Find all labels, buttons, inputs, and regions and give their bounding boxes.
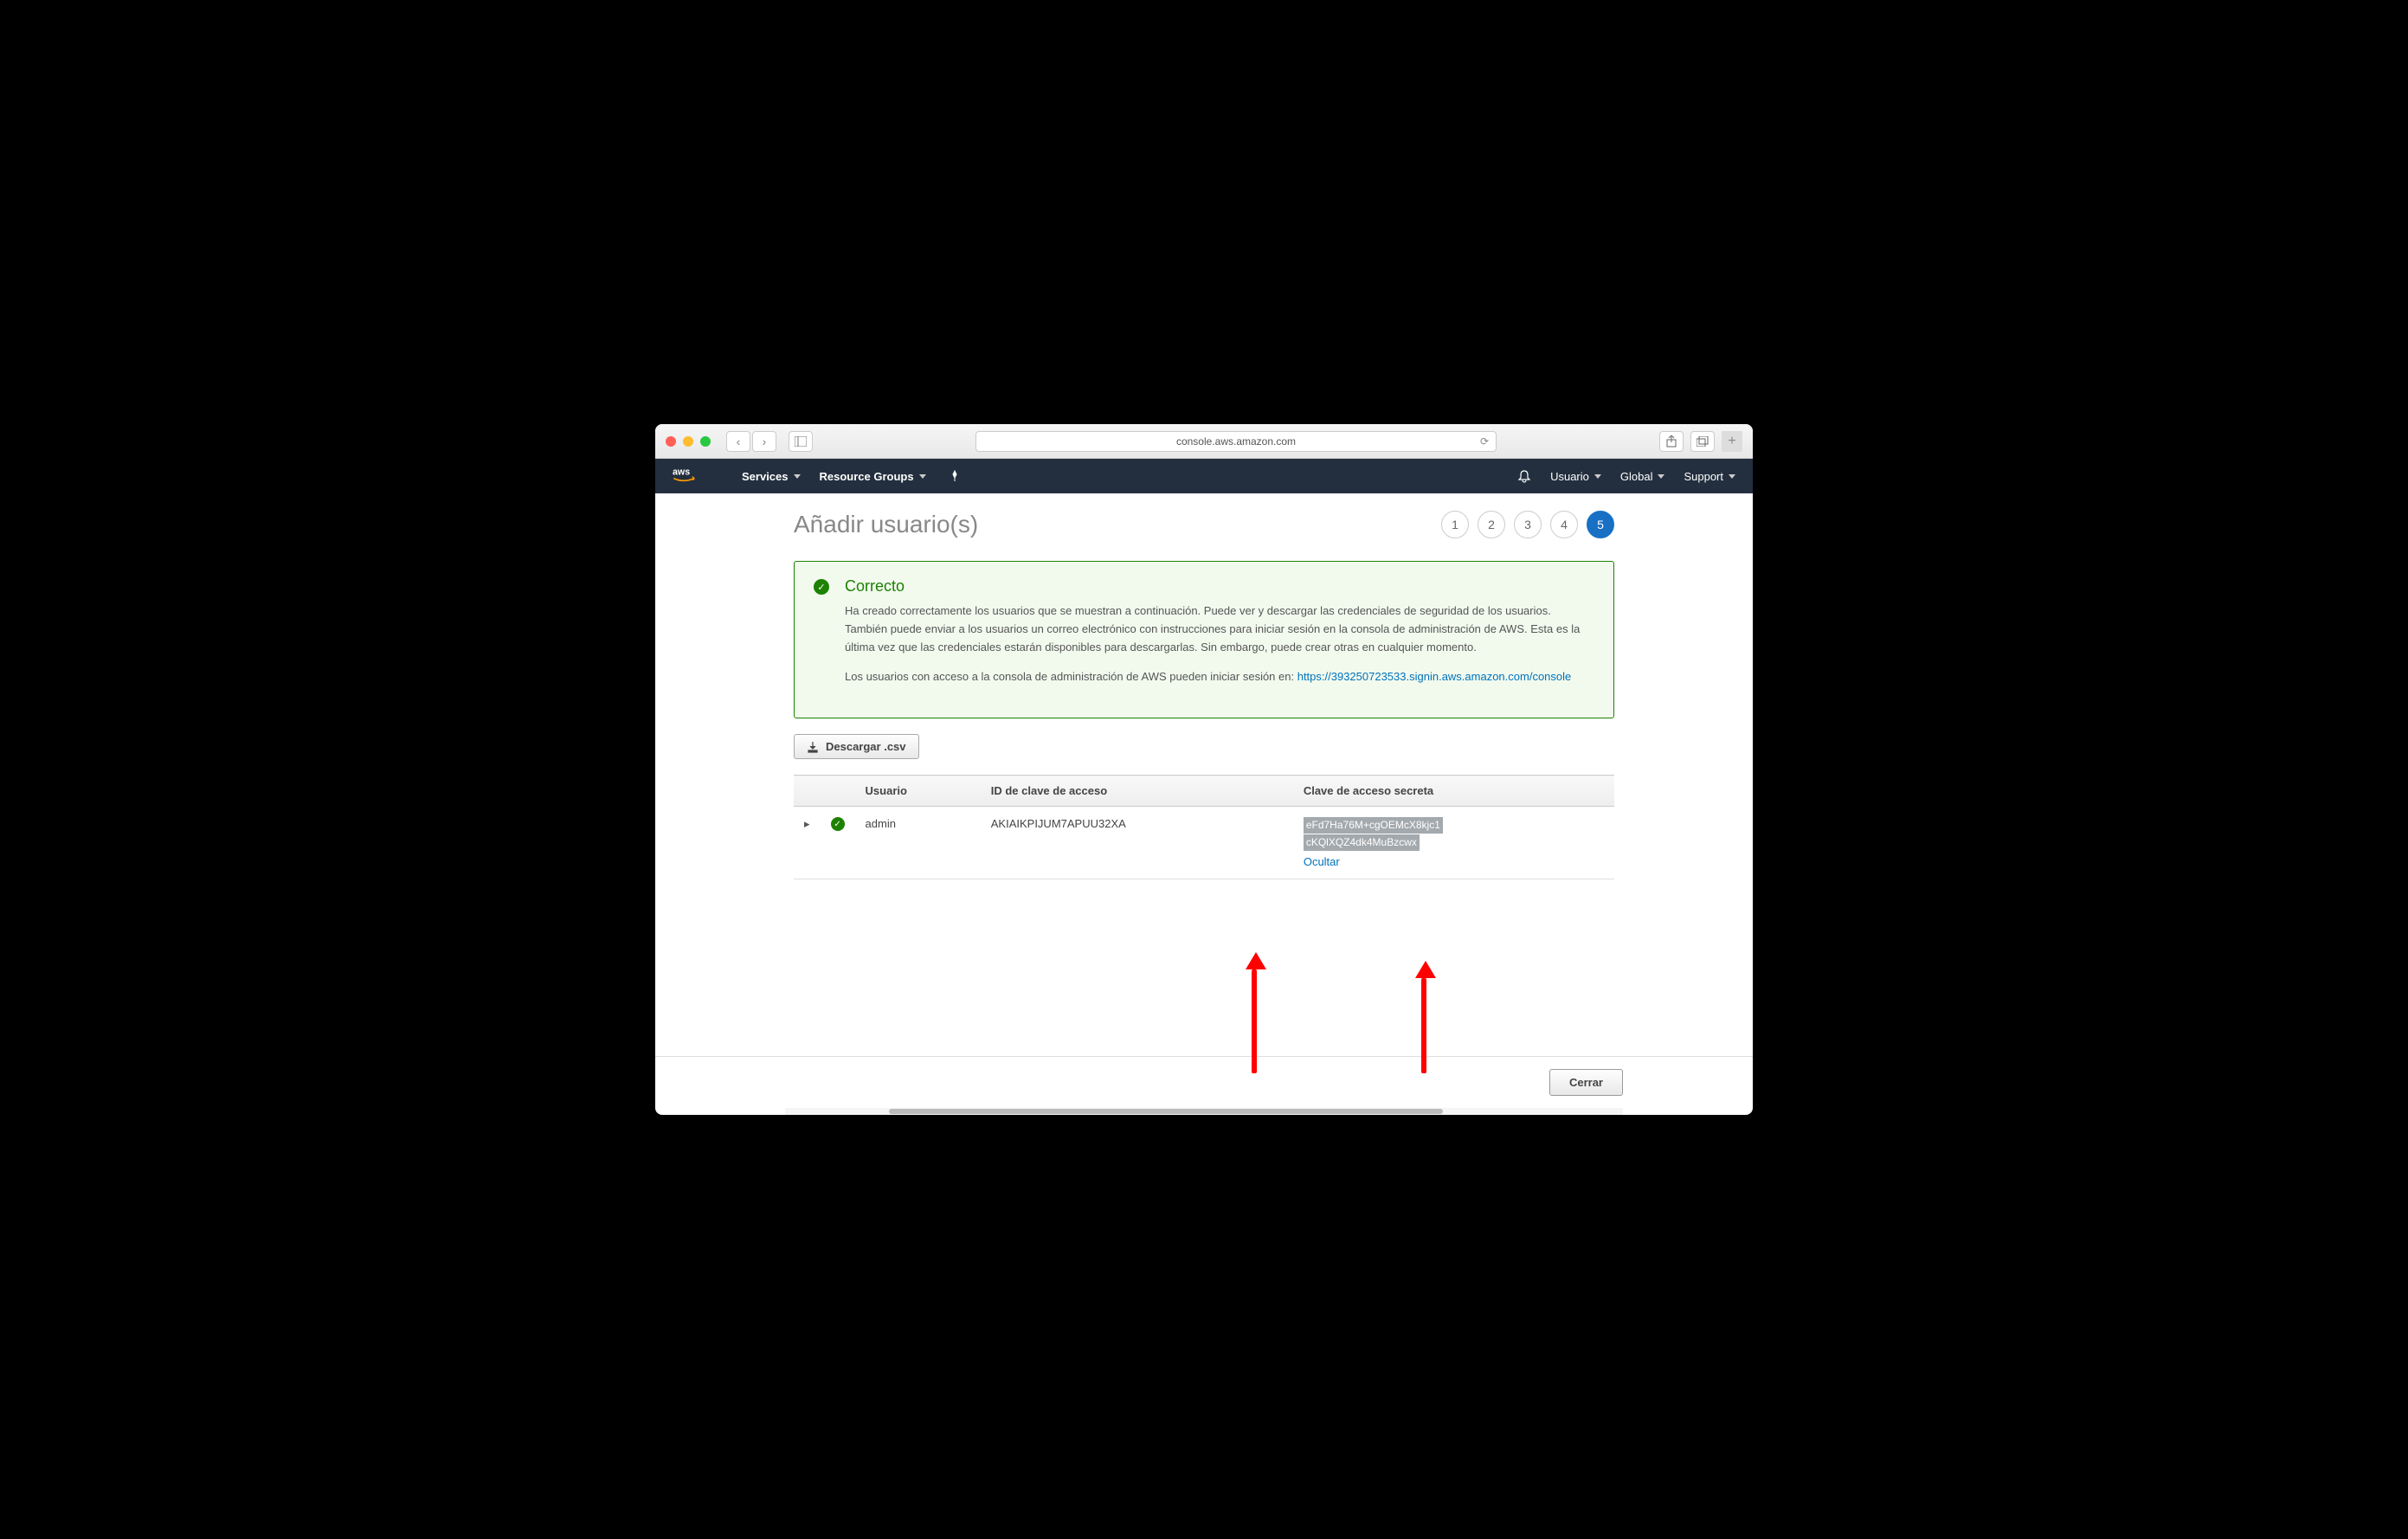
th-secret-access-key: Clave de acceso secreta bbox=[1293, 776, 1614, 807]
wizard-steps: 1 2 3 4 5 bbox=[1441, 511, 1614, 538]
caret-down-icon bbox=[1729, 474, 1735, 479]
notifications-button[interactable] bbox=[1517, 469, 1531, 483]
svg-text:aws: aws bbox=[673, 467, 690, 478]
support-menu[interactable]: Support bbox=[1684, 470, 1735, 483]
close-window-button[interactable] bbox=[666, 436, 676, 447]
step-4[interactable]: 4 bbox=[1550, 511, 1578, 538]
browser-window: ‹ › console.aws.amazon.com ⟳ + aws bbox=[655, 424, 1753, 1115]
download-csv-button[interactable]: Descargar .csv bbox=[794, 734, 919, 759]
services-menu[interactable]: Services bbox=[742, 470, 801, 483]
resource-groups-menu[interactable]: Resource Groups bbox=[820, 470, 926, 483]
maximize-window-button[interactable] bbox=[700, 436, 711, 447]
aws-top-nav: aws Services Resource Groups Usuario bbox=[655, 459, 1753, 493]
caret-down-icon bbox=[1594, 474, 1601, 479]
reload-icon[interactable]: ⟳ bbox=[1480, 435, 1489, 448]
step-5[interactable]: 5 bbox=[1587, 511, 1614, 538]
pin-shortcut-button[interactable] bbox=[949, 470, 961, 482]
signin-url-link[interactable]: https://393250723533.signin.aws.amazon.c… bbox=[1297, 670, 1572, 683]
secret-key-line-1: eFd7Ha76M+cgOEMcX8kjc1 bbox=[1304, 817, 1443, 834]
cell-access-key-id: AKIAIKPIJUM7APUU32XA bbox=[981, 807, 1293, 879]
url-bar[interactable]: console.aws.amazon.com ⟳ bbox=[975, 431, 1497, 452]
footer-bar: Cerrar bbox=[655, 1056, 1753, 1108]
step-2[interactable]: 2 bbox=[1478, 511, 1505, 538]
step-3[interactable]: 3 bbox=[1514, 511, 1542, 538]
success-alert: ✓ Correcto Ha creado correctamente los u… bbox=[794, 561, 1614, 718]
table-row: ▸ ✓ admin AKIAIKPIJUM7APUU32XA eFd7Ha76M… bbox=[794, 807, 1614, 879]
back-button[interactable]: ‹ bbox=[726, 431, 750, 452]
scrollbar-thumb[interactable] bbox=[889, 1109, 1443, 1114]
secret-key-line-2: cKQlXQZ4dk4MuBzcwx bbox=[1304, 834, 1420, 851]
cell-secret-access-key: eFd7Ha76M+cgOEMcX8kjc1 cKQlXQZ4dk4MuBzcw… bbox=[1293, 807, 1614, 879]
page-title: Añadir usuario(s) bbox=[794, 511, 978, 538]
alert-text-2: Los usuarios con acceso a la consola de … bbox=[845, 668, 1594, 686]
alert-text-1: Ha creado correctamente los usuarios que… bbox=[845, 602, 1594, 656]
cell-username: admin bbox=[855, 807, 981, 879]
browser-toolbar: ‹ › console.aws.amazon.com ⟳ + bbox=[655, 424, 1753, 459]
region-menu[interactable]: Global bbox=[1620, 470, 1665, 483]
minimize-window-button[interactable] bbox=[683, 436, 693, 447]
th-access-key-id: ID de clave de acceso bbox=[981, 776, 1293, 807]
account-menu[interactable]: Usuario bbox=[1550, 470, 1601, 483]
traffic-lights bbox=[666, 436, 711, 447]
main-content: Añadir usuario(s) 1 2 3 4 5 ✓ Correcto H… bbox=[655, 493, 1753, 1056]
share-button[interactable] bbox=[1659, 431, 1684, 452]
url-text: console.aws.amazon.com bbox=[1176, 435, 1296, 448]
step-1[interactable]: 1 bbox=[1441, 511, 1469, 538]
hide-secret-link[interactable]: Ocultar bbox=[1304, 855, 1340, 868]
expand-row-toggle[interactable]: ▸ bbox=[804, 817, 810, 830]
close-button[interactable]: Cerrar bbox=[1549, 1069, 1623, 1096]
row-success-icon: ✓ bbox=[831, 817, 845, 831]
aws-logo[interactable]: aws bbox=[673, 466, 707, 486]
annotation-arrow-1 bbox=[1246, 952, 1263, 1073]
alert-title: Correcto bbox=[845, 577, 1594, 596]
horizontal-scrollbar[interactable] bbox=[785, 1108, 1623, 1115]
th-user: Usuario bbox=[855, 776, 981, 807]
success-icon: ✓ bbox=[814, 579, 829, 595]
new-tab-button[interactable]: + bbox=[1722, 431, 1742, 452]
users-table: Usuario ID de clave de acceso Clave de a… bbox=[794, 775, 1614, 879]
caret-down-icon bbox=[1658, 474, 1664, 479]
download-icon bbox=[807, 741, 819, 753]
sidebar-toggle-button[interactable] bbox=[789, 431, 813, 452]
caret-down-icon bbox=[794, 474, 801, 479]
caret-down-icon bbox=[919, 474, 926, 479]
forward-button[interactable]: › bbox=[752, 431, 776, 452]
tabs-button[interactable] bbox=[1690, 431, 1715, 452]
